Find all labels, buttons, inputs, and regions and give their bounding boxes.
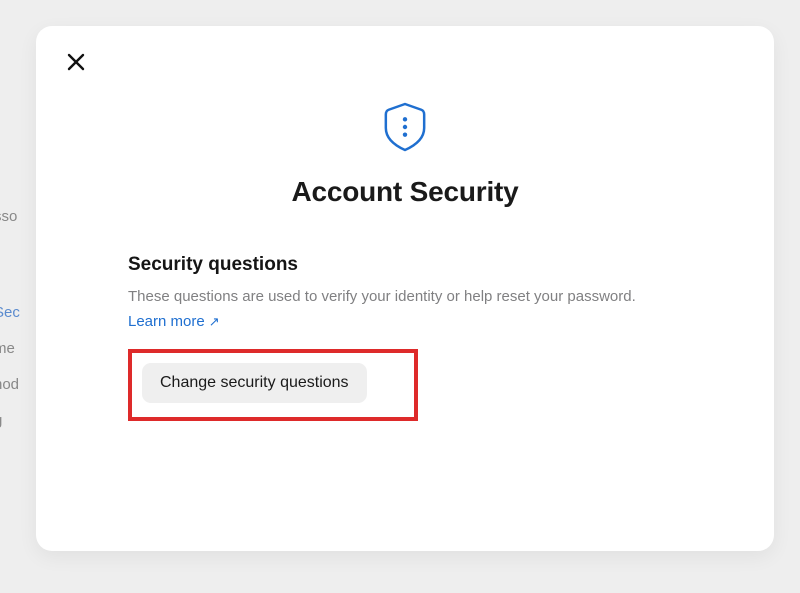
- external-link-icon: ↗: [209, 314, 220, 330]
- modal-title: Account Security: [291, 176, 518, 208]
- learn-more-label: Learn more: [128, 313, 205, 330]
- close-button[interactable]: [62, 48, 90, 76]
- learn-more-link[interactable]: Learn more ↗: [128, 313, 220, 330]
- modal-header: Account Security: [56, 46, 754, 208]
- account-security-modal: Account Security Security questions Thes…: [36, 26, 774, 551]
- change-security-questions-button[interactable]: Change security questions: [142, 363, 367, 403]
- section-heading: Security questions: [128, 254, 688, 276]
- shield-icon: [380, 100, 430, 154]
- section-description: These questions are used to verify your …: [128, 286, 688, 307]
- annotation-highlight: Change security questions: [128, 349, 418, 421]
- close-icon: [64, 50, 88, 74]
- security-questions-section: Security questions These questions are u…: [56, 208, 754, 421]
